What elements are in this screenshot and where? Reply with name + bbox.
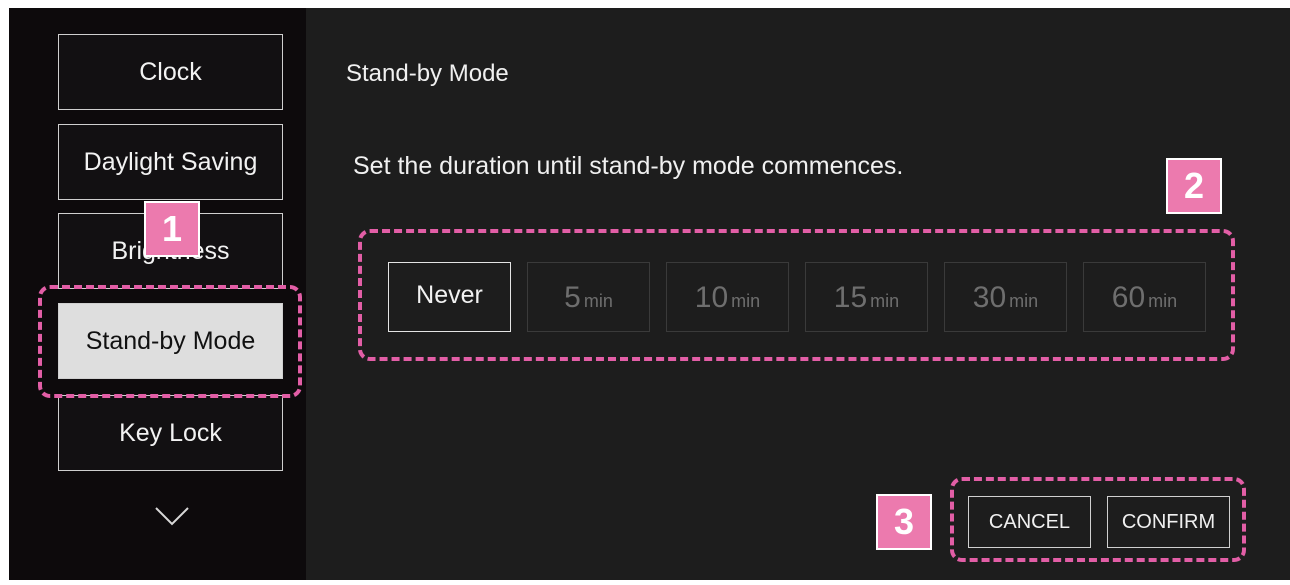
callout-frame-1 xyxy=(38,285,302,398)
callout-frame-3 xyxy=(950,477,1246,562)
sidebar-item-clock[interactable]: Clock xyxy=(58,34,283,110)
panel-title: Stand-by Mode xyxy=(346,60,509,87)
callout-badge-1: 1 xyxy=(144,201,200,257)
sidebar-item-key-lock[interactable]: Key Lock xyxy=(58,395,283,471)
callout-frame-2 xyxy=(358,229,1235,361)
callout-badge-3: 3 xyxy=(876,494,932,550)
chevron-down-icon[interactable] xyxy=(153,504,191,528)
sidebar-item-label: Daylight Saving xyxy=(83,147,258,176)
sidebar-item-label: Key Lock xyxy=(119,418,222,447)
panel-description: Set the duration until stand-by mode com… xyxy=(353,152,904,180)
callout-badge-2: 2 xyxy=(1166,158,1222,214)
sidebar-item-label: Clock xyxy=(139,57,202,86)
sidebar-item-daylight-saving[interactable]: Daylight Saving xyxy=(58,124,283,200)
